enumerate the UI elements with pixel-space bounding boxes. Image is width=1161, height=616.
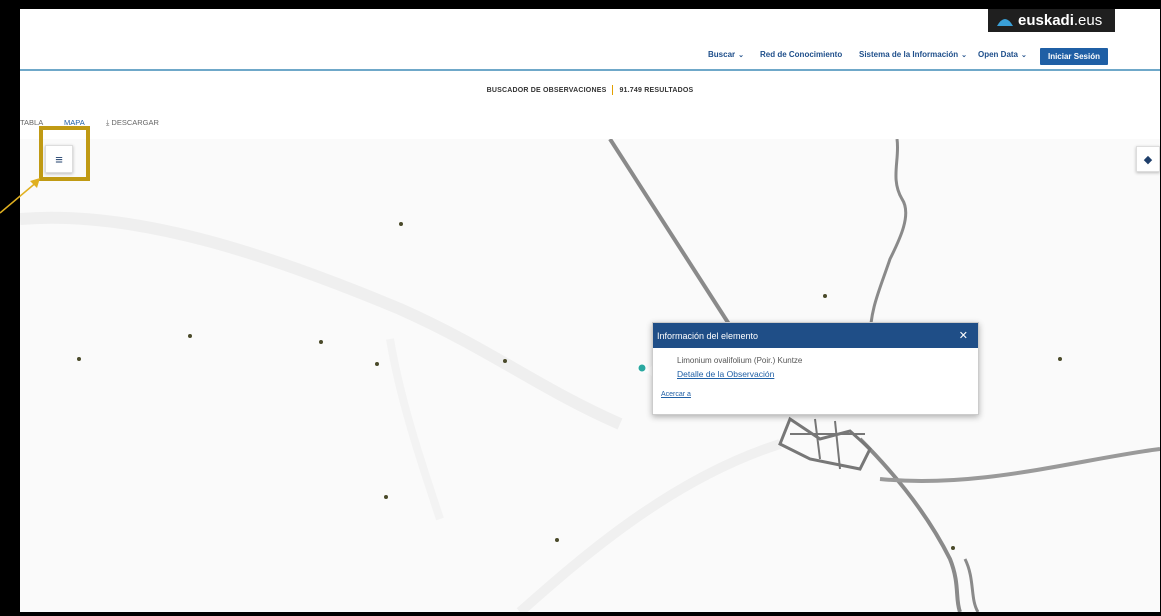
nav-buscar[interactable]: Buscar ⌄ (708, 50, 744, 59)
results-count: 91.749 RESULTADOS (619, 86, 694, 94)
observation-point (951, 546, 955, 550)
observation-point (555, 538, 559, 542)
observation-point (384, 495, 388, 499)
page-title: BUSCADOR DE OBSERVACIONES (486, 86, 607, 94)
map-layer (20, 139, 1160, 612)
annotation-arrow (0, 178, 40, 214)
tab-descargar[interactable]: ⤓ DESCARGAR (106, 118, 159, 128)
app-page: euskadi .eus Buscar ⌄ Red de Conocimiento … (20, 9, 1160, 612)
observation-detail-link[interactable]: Detalle de la Observación (677, 369, 774, 379)
layers-button[interactable]: ◆ (1136, 146, 1160, 172)
observation-point (77, 357, 81, 361)
login-button[interactable]: Iniciar Sesión (1039, 48, 1108, 65)
zoom-to-link[interactable]: Acercar a (661, 391, 691, 398)
popup-species-name: Limonium ovalifolium (Poir.) Kuntze (677, 356, 803, 365)
brand-name: euskadi (1018, 12, 1074, 29)
observation-point (375, 362, 379, 366)
layers-icon: ◆ (1143, 153, 1153, 166)
observation-point (188, 334, 192, 338)
chevron-down-icon: ⌄ (961, 52, 968, 59)
observation-point (1058, 357, 1062, 361)
euskadi-logo[interactable]: euskadi .eus (988, 9, 1115, 32)
results-header: BUSCADOR DE OBSERVACIONES 91.749 RESULTAD… (20, 85, 1160, 95)
nav-sistema-label: Sistema de la Información (859, 50, 959, 59)
header-divider (20, 69, 1160, 71)
highlight-box (39, 126, 90, 181)
info-popup: Información del elemento ✕ Limonium oval… (652, 322, 979, 415)
observation-point (823, 294, 827, 298)
map-canvas[interactable] (20, 139, 1160, 612)
observation-point (399, 222, 403, 226)
tab-descargar-label: DESCARGAR (111, 118, 159, 127)
observation-point (319, 340, 323, 344)
nav-red-label: Red de Conocimiento (760, 50, 843, 59)
nav-open-data-label: Open Data (978, 50, 1019, 59)
close-icon[interactable]: ✕ (959, 329, 968, 342)
euskadi-logo-mark-icon (997, 18, 1013, 26)
subheader-separator (612, 85, 614, 95)
chevron-down-icon: ⌄ (738, 52, 744, 59)
top-navigation: Buscar ⌄ Red de Conocimiento Sistema de l… (20, 45, 1160, 71)
nav-open-data[interactable]: Open Data ⌄ (978, 50, 1027, 59)
brand-suffix: .eus (1073, 12, 1103, 29)
nav-sistema-informacion[interactable]: Sistema de la Información ⌄ (859, 50, 967, 59)
nav-buscar-label: Buscar (708, 50, 736, 59)
chevron-down-icon: ⌄ (1021, 52, 1027, 59)
observation-point (503, 359, 507, 363)
nav-red-conocimiento[interactable]: Red de Conocimiento (760, 50, 842, 59)
popup-title: Información del elemento (657, 330, 759, 341)
popup-header: Información del elemento ✕ (653, 323, 978, 348)
